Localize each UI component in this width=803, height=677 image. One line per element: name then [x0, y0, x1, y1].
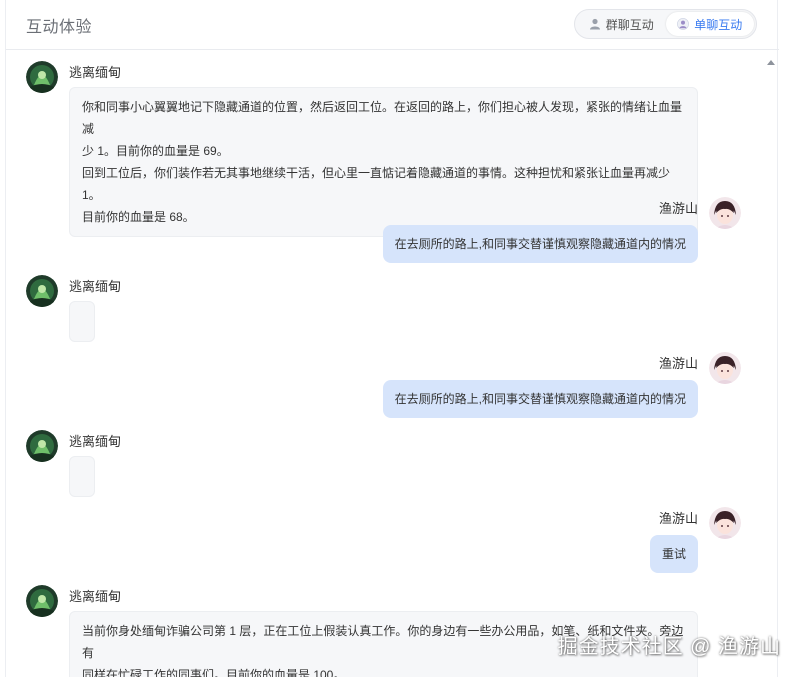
panel-header: 互动体验 群聊互动 单聊互动 [6, 0, 779, 50]
tab-group-chat-label: 群聊互动 [605, 17, 654, 32]
bot-name: 逃离缅甸 [69, 589, 122, 604]
mode-switch: 群聊互动 单聊互动 [574, 9, 757, 39]
user-message-bubble: 在去厕所的路上,和同事交替谨慎观察隐藏通道内的情况 [382, 225, 698, 263]
bot-avatar [26, 61, 58, 93]
message-line: 少 1。目前你的血量是 69。 [82, 144, 229, 158]
bot-message-bubble-empty [69, 301, 95, 342]
scroll-up-arrow-icon[interactable] [767, 60, 775, 65]
tab-single-chat[interactable]: 单聊互动 [665, 12, 754, 36]
page-title: 互动体验 [26, 19, 93, 36]
bot-message-bubble-empty [69, 456, 95, 497]
user-avatar [709, 507, 741, 539]
tab-single-chat-label: 单聊互动 [694, 17, 743, 32]
user-avatar-icon [677, 18, 690, 30]
user-name: 渔游山 [658, 201, 698, 216]
message-line: 你和同事小心翼翼地记下隐藏通道的位置，然后返回工位。在返回的路上，你们担心被人发… [82, 100, 683, 136]
message-text: 重试 [661, 547, 686, 561]
user-icon [589, 18, 600, 30]
bot-message-bubble: 你和同事小心翼翼地记下隐藏通道的位置，然后返回工位。在返回的路上，你们担心被人发… [69, 87, 698, 237]
bot-name: 逃离缅甸 [69, 65, 122, 80]
message-text: 在去厕所的路上,和同事交替谨慎观察隐藏通道内的情况 [394, 392, 686, 406]
bot-avatar [26, 430, 58, 462]
interaction-panel: 互动体验 群聊互动 单聊互动 逃离缅甸 你和同事小心翼翼地记下隐藏通道的位置，然… [5, 0, 779, 677]
bot-avatar [26, 585, 58, 617]
bot-name: 逃离缅甸 [69, 434, 122, 449]
message-list[interactable]: 逃离缅甸 你和同事小心翼翼地记下隐藏通道的位置，然后返回工位。在返回的路上，你们… [6, 51, 779, 677]
watermark: 掘金技术社区 @ 渔游山 [557, 636, 781, 658]
message-line: 同样在忙碌工作的同事们。目前你的血量是 100。 [82, 668, 346, 677]
user-avatar [709, 352, 741, 384]
bot-name: 逃离缅甸 [69, 279, 122, 294]
message-line: 回到工位后，你们装作若无其事地继续干活，但心里一直惦记着隐藏通道的事情。这种担忧… [82, 166, 671, 202]
user-name: 渔游山 [658, 356, 698, 371]
user-name: 渔游山 [658, 511, 698, 526]
user-message-bubble: 在去厕所的路上,和同事交替谨慎观察隐藏通道内的情况 [382, 380, 698, 418]
message-text: 在去厕所的路上,和同事交替谨慎观察隐藏通道内的情况 [394, 237, 686, 251]
bot-avatar [26, 275, 58, 307]
tab-group-chat[interactable]: 群聊互动 [577, 12, 666, 36]
user-avatar [709, 197, 741, 229]
user-message-bubble: 重试 [649, 535, 698, 573]
scrollbar[interactable] [765, 51, 779, 677]
